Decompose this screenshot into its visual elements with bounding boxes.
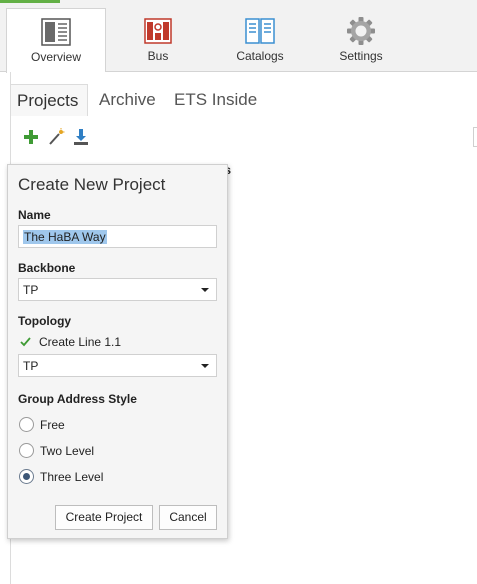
tab-projects[interactable]: Projects	[10, 84, 88, 116]
chevron-down-icon	[201, 364, 209, 368]
tab-label: Projects	[17, 91, 79, 110]
chevron-down-icon	[201, 288, 209, 292]
gear-icon	[347, 17, 375, 45]
radio-label: Free	[40, 418, 65, 432]
name-label: Name	[18, 208, 51, 222]
accent-strip	[0, 0, 60, 3]
tab-overview[interactable]: Overview	[6, 8, 106, 73]
ribbon: Overview Bus Catalogs Settings	[0, 0, 477, 73]
tab-bus[interactable]: Bus	[108, 8, 208, 72]
wizard-wand-icon[interactable]	[47, 128, 65, 146]
tab-archive[interactable]: Archive	[93, 84, 162, 116]
bus-icon	[144, 18, 172, 44]
tab-label: Settings	[339, 49, 383, 63]
name-value: The HaBA Way	[23, 230, 107, 244]
create-line-label: Create Line 1.1	[39, 335, 122, 349]
create-project-dialog: Create New Project Name The HaBA Way Bac…	[7, 164, 228, 539]
topology-select[interactable]: TP	[18, 354, 217, 377]
tab-ets-inside[interactable]: ETS Inside	[168, 84, 263, 116]
radio-button[interactable]	[19, 417, 34, 432]
radio-button[interactable]	[19, 443, 34, 458]
checkmark-icon	[20, 337, 31, 347]
radio-label: Three Level	[40, 470, 104, 484]
dialog-title: Create New Project	[18, 175, 166, 194]
backbone-label: Backbone	[18, 261, 76, 275]
cancel-button[interactable]: Cancel	[159, 505, 217, 530]
tab-label: ETS Inside	[174, 90, 258, 109]
search-box-edge[interactable]	[473, 127, 477, 147]
tab-catalogs[interactable]: Catalogs	[210, 8, 310, 72]
name-field[interactable]: The HaBA Way	[18, 225, 217, 248]
backbone-select[interactable]: TP	[18, 278, 217, 301]
catalogs-icon	[245, 18, 275, 44]
import-icon[interactable]	[72, 128, 90, 146]
create-project-button[interactable]: Create Project	[55, 505, 153, 530]
add-icon[interactable]	[22, 128, 40, 146]
radio-button[interactable]	[19, 469, 34, 484]
topology-label: Topology	[18, 314, 72, 328]
tab-label: Catalogs	[236, 49, 284, 63]
backbone-value: TP	[23, 283, 39, 297]
tab-settings[interactable]: Settings	[311, 8, 411, 72]
tab-label: Archive	[99, 90, 156, 109]
group-address-style-label: Group Address Style	[18, 392, 137, 406]
tab-label: Bus	[147, 49, 169, 63]
radio-label: Two Level	[40, 444, 95, 458]
tab-label: Overview	[30, 50, 81, 64]
topology-value: TP	[23, 359, 39, 373]
overview-icon	[41, 18, 71, 46]
